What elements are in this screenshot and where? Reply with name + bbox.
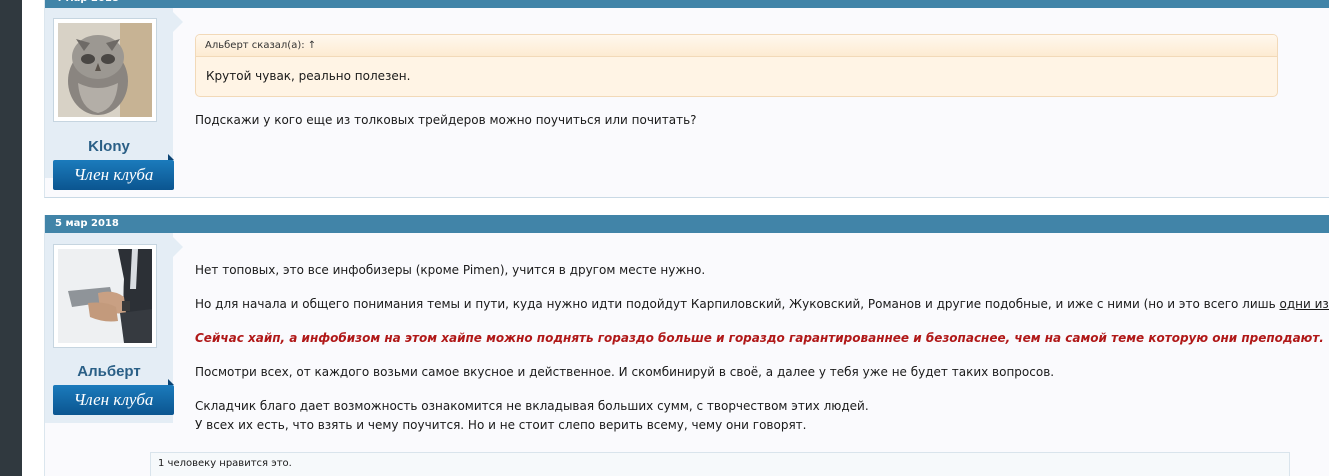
message-line: Посмотри всех, от каждого возьми самое в…	[195, 365, 1055, 379]
likes-summary: 1 человеку нравится это.	[150, 452, 1290, 476]
inline-link[interactable]: одни из многих	[1280, 297, 1329, 311]
message-line: У всех их есть, что взять и чему поучитс…	[195, 418, 807, 432]
username[interactable]: Klony	[45, 138, 173, 155]
avatar[interactable]	[53, 18, 157, 122]
avatar[interactable]	[53, 244, 157, 348]
likes-text[interactable]: 1 человеку нравится это.	[158, 458, 292, 469]
user-info-arrow	[173, 237, 183, 257]
quote-text: Крутой чувак, реально полезен.	[206, 69, 411, 83]
message-text: Но для начала и общего понимания темы и …	[195, 297, 1280, 311]
emphasis-line: Сейчас хайп, а инфобизом на этом хайпе м…	[195, 331, 1324, 345]
message-line: Подскажи у кого еще из толковых трейдеро…	[195, 113, 697, 127]
quote-block: Альберт сказал(а): ↑ Крутой чувак, реаль…	[195, 34, 1278, 97]
user-title-badge: Член клуба	[53, 154, 174, 190]
message-line: Складчик благо дает возможность ознакоми…	[195, 399, 869, 413]
post-albert: 5 мар 2018 Альберт Член клуба Нет топовы…	[44, 215, 1329, 476]
quote-author[interactable]: Альберт сказал(а): ↑	[196, 35, 1277, 57]
post-klony: 4 мар 2018 Klony Член клуба Альберт сказ…	[44, 0, 1329, 198]
username[interactable]: Альберт	[45, 363, 173, 380]
user-title-badge: Член клуба	[53, 379, 174, 415]
post-date: 4 мар 2018	[45, 0, 1329, 8]
post-message: Нет топовых, это все инфобизеры (кроме P…	[195, 263, 1329, 432]
message-line: Нет топовых, это все инфобизеры (кроме P…	[195, 263, 706, 277]
post-date: 5 мар 2018	[45, 215, 1329, 233]
user-info-arrow	[173, 12, 183, 32]
post-message: Подскажи у кого еще из толковых трейдеро…	[195, 113, 697, 127]
left-sidebar-strip	[0, 0, 22, 476]
